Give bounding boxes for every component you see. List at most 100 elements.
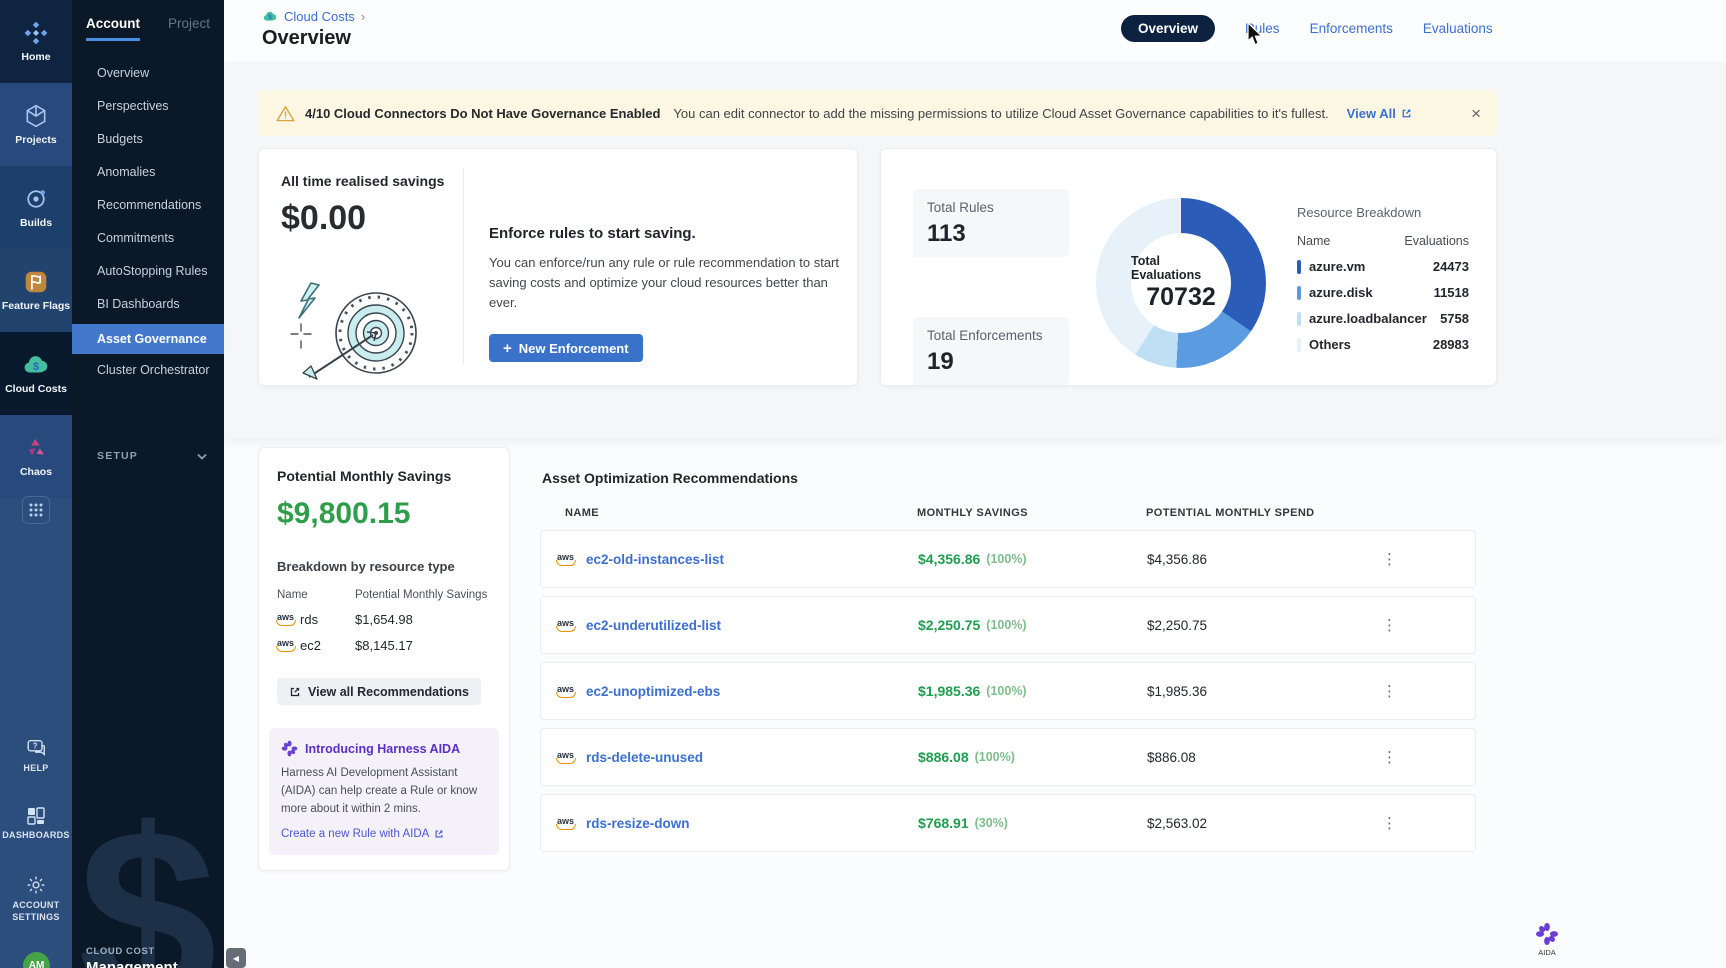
help-icon: ? [25, 737, 47, 759]
recommendation-link[interactable]: ec2-old-instances-list [586, 552, 724, 567]
cloud-costs-icon: $ [262, 10, 278, 23]
help-button[interactable]: ? HELP [0, 737, 72, 775]
collapse-icon: ◀ [233, 954, 239, 963]
enforce-cta-body: You can enforce/run any rule or rule rec… [489, 253, 841, 313]
sidebar-item-commitments[interactable]: Commitments [72, 222, 224, 255]
banner-close-icon[interactable]: × [1471, 105, 1481, 122]
external-link-icon [1401, 108, 1412, 119]
legend-value: 24473 [1433, 259, 1469, 274]
tab-rules[interactable]: Rules [1245, 21, 1280, 36]
account-settings-button[interactable]: ACCOUNT SETTINGS [0, 874, 72, 923]
aida-flower-icon [1535, 922, 1559, 946]
legend-col-evaluations: Evaluations [1404, 234, 1469, 248]
aida-create-rule-link[interactable]: Create a new Rule with AIDA [281, 828, 444, 840]
sidebar-item-overview[interactable]: Overview [72, 57, 224, 90]
aida-promo-card: Introducing Harness AIDA Harness AI Deve… [269, 728, 499, 855]
tab-enforcements[interactable]: Enforcements [1310, 21, 1393, 36]
sidebar-item-feature-flags[interactable]: Feature Flags [0, 249, 72, 332]
external-link-icon [434, 829, 444, 839]
col-header-name: NAME [565, 507, 599, 519]
sidebar-item-autostopping-rules[interactable]: AutoStopping Rules [72, 255, 224, 288]
recommendation-link[interactable]: ec2-unoptimized-ebs [586, 684, 720, 699]
feature-flags-icon [23, 269, 49, 295]
legend-value: 11518 [1434, 285, 1469, 300]
monthly-savings-value: $4,356.86 [918, 551, 980, 567]
breadcrumb-cloud-costs-link[interactable]: Cloud Costs [284, 9, 355, 24]
potential-savings-amount: $9,800.15 [277, 497, 491, 531]
module-picker[interactable] [0, 496, 72, 524]
sidebar-item-budgets[interactable]: Budgets [72, 123, 224, 156]
view-all-label: View All [1347, 106, 1396, 121]
dashboards-button[interactable]: DASHBOARDS [0, 806, 72, 842]
recommendation-link[interactable]: rds-delete-unused [586, 750, 703, 765]
sidebar-item-builds[interactable]: Builds [0, 166, 72, 249]
gear-icon [25, 874, 47, 896]
legend-col-name: Name [1297, 234, 1330, 248]
governance-warning-banner: 4/10 Cloud Connectors Do Not Have Govern… [258, 90, 1497, 136]
row-menu-kebab-icon[interactable]: ⋮ [1378, 678, 1401, 704]
resource-name: ec2 [300, 638, 321, 653]
total-rules-value: 113 [927, 220, 1055, 248]
sidebar-collapse-handle[interactable]: ◀ [226, 948, 246, 968]
row-menu-kebab-icon[interactable]: ⋮ [1378, 612, 1401, 638]
aida-body: Harness AI Development Assistant (AIDA) … [281, 765, 487, 818]
banner-title: 4/10 Cloud Connectors Do Not Have Govern… [305, 106, 660, 121]
sidebar-item-label: Cloud Costs [5, 383, 67, 395]
sidebar-item-cloud-costs[interactable]: $ Cloud Costs [0, 332, 72, 415]
setup-section-toggle[interactable]: SETUP [97, 450, 207, 462]
realised-savings-label: All time realised savings [281, 173, 444, 189]
cloud-costs-sidebar: Account Project Overview Perspectives Bu… [72, 0, 224, 968]
row-menu-kebab-icon[interactable]: ⋮ [1378, 546, 1401, 572]
sidebar-item-anomalies[interactable]: Anomalies [72, 156, 224, 189]
breakdown-row: aws rds $1,654.98 [277, 612, 491, 627]
row-menu-kebab-icon[interactable]: ⋮ [1378, 810, 1401, 836]
savings-percent: (100%) [986, 552, 1026, 566]
sidebar-item-recommendations[interactable]: Recommendations [72, 189, 224, 222]
resource-type-breakdown-title: Breakdown by resource type [277, 559, 491, 574]
aida-fab[interactable]: AIDA [1526, 922, 1568, 957]
sidebar-item-label: Feature Flags [2, 300, 70, 312]
sidebar-item-chaos[interactable]: Chaos [0, 415, 72, 498]
sidebar-item-label: Chaos [20, 466, 52, 478]
aws-icon: aws [277, 639, 294, 652]
banner-view-all-link[interactable]: View All [1347, 106, 1412, 121]
sidebar-item-label: Home [21, 51, 50, 63]
tab-project[interactable]: Project [168, 16, 210, 41]
legend-row: Others 28983 [1297, 337, 1469, 352]
governance-stats-card: Total Rules 113 Total Enforcements 19 To… [880, 148, 1497, 386]
aws-icon: aws [557, 619, 574, 632]
potential-spend-value: $1,985.36 [1147, 663, 1207, 719]
tab-evaluations[interactable]: Evaluations [1423, 21, 1493, 36]
sidebar-item-asset-governance[interactable]: Asset Governance [72, 324, 224, 354]
realised-savings-card: All time realised savings $0.00 [258, 148, 858, 386]
recommendation-link[interactable]: ec2-underutilized-list [586, 618, 721, 633]
monthly-savings-value: $768.91 [918, 815, 969, 831]
resource-name: rds [300, 612, 318, 627]
cloud-costs-icon: $ [22, 352, 50, 378]
new-enforcement-button[interactable]: + New Enforcement [489, 334, 643, 362]
header-zone [224, 0, 1726, 62]
sidebar-item-bi-dashboards[interactable]: BI Dashboards [72, 288, 224, 321]
sidebar-item-perspectives[interactable]: Perspectives [72, 90, 224, 123]
sidebar-menu: Overview Perspectives Budgets Anomalies … [72, 57, 224, 387]
builds-icon [23, 186, 49, 212]
total-enforcements-stat: Total Enforcements 19 [913, 317, 1069, 385]
view-all-recommendations-button[interactable]: View all Recommendations [277, 678, 481, 705]
potential-spend-value: $4,356.86 [1147, 531, 1207, 587]
col-header-potential-spend: POTENTIAL MONTHLY SPEND [1146, 507, 1315, 519]
sidebar-item-cluster-orchestrator[interactable]: Cluster Orchestrator [72, 354, 224, 387]
breadcrumb-separator: › [361, 9, 365, 24]
sidebar-item-projects[interactable]: Projects [0, 83, 72, 166]
svg-text:$: $ [33, 361, 39, 373]
legend-swatch [1297, 260, 1301, 274]
aida-fab-label: AIDA [1526, 948, 1568, 957]
tab-overview[interactable]: Overview [1121, 15, 1215, 42]
recommendation-link[interactable]: rds-resize-down [586, 816, 690, 831]
tab-account[interactable]: Account [86, 16, 140, 41]
view-all-recommendations-label: View all Recommendations [308, 685, 469, 699]
row-menu-kebab-icon[interactable]: ⋮ [1378, 744, 1401, 770]
aws-icon: aws [557, 553, 574, 566]
legend-swatch [1297, 312, 1301, 326]
sidebar-item-home[interactable]: Home [0, 0, 72, 83]
breakdown-row: aws ec2 $8,145.17 [277, 638, 491, 653]
